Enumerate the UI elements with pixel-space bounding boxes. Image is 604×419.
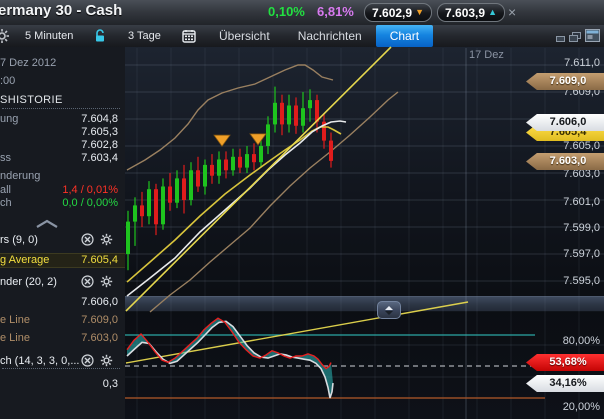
percent-marker-white: 34,16% [526, 375, 604, 392]
percent-axis-tick: 80,00% [563, 335, 600, 348]
price-marker-tan: 7.603,0 [526, 153, 604, 170]
price-axis-tick: 7.597,0 [563, 248, 600, 261]
sell-signal-triangle [214, 135, 230, 146]
price-marker-tan: 7.609,0 [526, 73, 604, 90]
session-date-label: 17 Dez [469, 49, 504, 61]
price-axis-tick: 7.599,0 [563, 222, 600, 235]
percent-marker-red: 53,68% [526, 354, 604, 371]
chevron-down-icon [385, 311, 393, 315]
price-chart [0, 0, 604, 419]
price-axis-tick: 7.611,0 [564, 57, 600, 70]
trading-platform-window: ermany 30 - Cash 0,10% 6,81% 7.602,9 ▼ 7… [0, 0, 604, 419]
chevron-up-icon [385, 306, 393, 310]
percent-axis-tick: 20,00% [563, 401, 600, 414]
price-axis-tick: 7.601,0 [563, 196, 600, 209]
price-marker-white: 7.606,0 [526, 114, 604, 131]
splitter-handle-button[interactable] [377, 301, 401, 319]
sell-signal-triangle [250, 134, 266, 145]
price-axis-tick: 7.605,0 [563, 140, 600, 153]
price-axis-tick: 7.595,0 [563, 275, 600, 288]
